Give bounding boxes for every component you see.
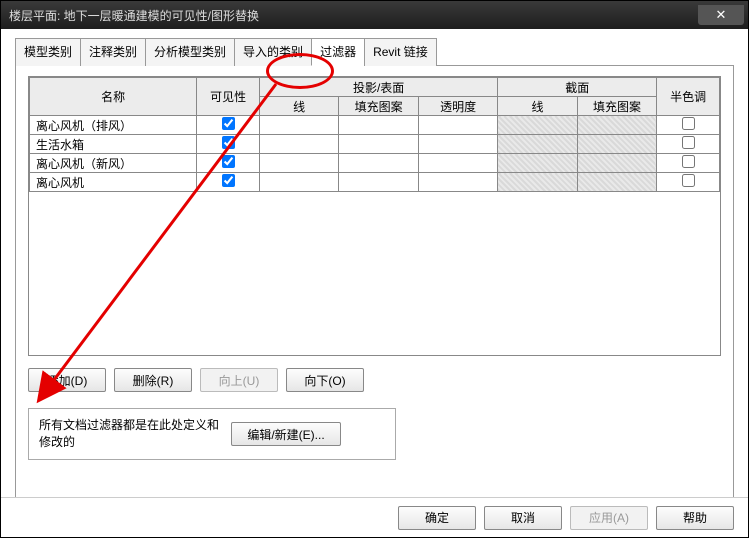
cell-proj-pattern[interactable] bbox=[339, 154, 418, 173]
tab-label: 导入的类别 bbox=[243, 45, 303, 59]
col-visibility: 可见性 bbox=[197, 78, 260, 116]
cell-proj-line[interactable] bbox=[259, 135, 338, 154]
content-area: 模型类别 注释类别 分析模型类别 导入的类别 过滤器 Revit 链接 bbox=[1, 29, 748, 508]
halftone-checkbox[interactable] bbox=[682, 155, 695, 168]
note-box: 所有文档过滤器都是在此处定义和修改的 编辑/新建(E)... bbox=[28, 408, 396, 460]
col-cut-line: 线 bbox=[498, 97, 577, 116]
cell-proj-transparency[interactable] bbox=[418, 154, 497, 173]
tab-strip: 模型类别 注释类别 分析模型类别 导入的类别 过滤器 Revit 链接 bbox=[15, 37, 734, 66]
cell-halftone[interactable] bbox=[657, 116, 720, 135]
close-button[interactable]: ✕ bbox=[698, 5, 744, 25]
cell-name: 离心风机（新风） bbox=[30, 154, 197, 173]
visibility-checkbox[interactable] bbox=[222, 155, 235, 168]
add-button[interactable]: 添加(D) bbox=[28, 368, 106, 392]
cell-cut-pattern[interactable] bbox=[577, 173, 656, 192]
cell-proj-transparency[interactable] bbox=[418, 116, 497, 135]
table-row[interactable]: 生活水箱 bbox=[30, 135, 720, 154]
row-buttons: 添加(D) 删除(R) 向上(U) 向下(O) bbox=[28, 368, 721, 392]
cell-visibility[interactable] bbox=[197, 135, 260, 154]
col-proj-pattern: 填充图案 bbox=[339, 97, 418, 116]
table-row[interactable]: 离心风机（新风） bbox=[30, 154, 720, 173]
cell-name: 生活水箱 bbox=[30, 135, 197, 154]
cell-halftone[interactable] bbox=[657, 135, 720, 154]
cell-visibility[interactable] bbox=[197, 173, 260, 192]
tab-label: 分析模型类别 bbox=[154, 45, 226, 59]
cell-proj-transparency[interactable] bbox=[418, 173, 497, 192]
filter-grid[interactable]: 名称 可见性 投影/表面 截面 半色调 线 填充图案 透明度 线 填充图案 bbox=[28, 76, 721, 356]
cancel-button[interactable]: 取消 bbox=[484, 506, 562, 530]
cell-name: 离心风机（排风） bbox=[30, 116, 197, 135]
colgroup-projection: 投影/表面 bbox=[259, 78, 497, 97]
close-icon: ✕ bbox=[716, 7, 727, 23]
halftone-checkbox[interactable] bbox=[682, 174, 695, 187]
cell-cut-line[interactable] bbox=[498, 116, 577, 135]
cell-cut-line[interactable] bbox=[498, 173, 577, 192]
col-halftone: 半色调 bbox=[657, 78, 720, 116]
note-text: 所有文档过滤器都是在此处定义和修改的 bbox=[39, 417, 219, 451]
col-cut-pattern: 填充图案 bbox=[577, 97, 656, 116]
edit-new-button[interactable]: 编辑/新建(E)... bbox=[231, 422, 341, 446]
cell-cut-line[interactable] bbox=[498, 154, 577, 173]
tab-model-categories[interactable]: 模型类别 bbox=[15, 38, 81, 66]
cell-visibility[interactable] bbox=[197, 154, 260, 173]
colgroup-cut: 截面 bbox=[498, 78, 657, 97]
cell-cut-pattern[interactable] bbox=[577, 135, 656, 154]
table-row[interactable]: 离心风机 bbox=[30, 173, 720, 192]
visibility-checkbox[interactable] bbox=[222, 174, 235, 187]
cell-proj-line[interactable] bbox=[259, 173, 338, 192]
cell-cut-line[interactable] bbox=[498, 135, 577, 154]
cell-halftone[interactable] bbox=[657, 154, 720, 173]
col-proj-line: 线 bbox=[259, 97, 338, 116]
cell-halftone[interactable] bbox=[657, 173, 720, 192]
move-down-button[interactable]: 向下(O) bbox=[286, 368, 364, 392]
help-button[interactable]: 帮助 bbox=[656, 506, 734, 530]
tab-imported-categories[interactable]: 导入的类别 bbox=[234, 38, 312, 66]
titlebar: 楼层平面: 地下一层暖通建模的可见性/图形替换 ✕ bbox=[1, 1, 748, 29]
tab-revit-links[interactable]: Revit 链接 bbox=[364, 38, 437, 66]
cell-name: 离心风机 bbox=[30, 173, 197, 192]
table-row[interactable]: 离心风机（排风） bbox=[30, 116, 720, 135]
cell-proj-line[interactable] bbox=[259, 154, 338, 173]
tab-label: Revit 链接 bbox=[373, 45, 428, 59]
cell-cut-pattern[interactable] bbox=[577, 116, 656, 135]
remove-button[interactable]: 删除(R) bbox=[114, 368, 192, 392]
move-up-button[interactable]: 向上(U) bbox=[200, 368, 278, 392]
cell-proj-transparency[interactable] bbox=[418, 135, 497, 154]
tab-label: 注释类别 bbox=[89, 45, 137, 59]
tab-label: 模型类别 bbox=[24, 45, 72, 59]
cell-proj-pattern[interactable] bbox=[339, 135, 418, 154]
tab-filters[interactable]: 过滤器 bbox=[311, 38, 365, 66]
cell-proj-pattern[interactable] bbox=[339, 173, 418, 192]
ok-button[interactable]: 确定 bbox=[398, 506, 476, 530]
apply-button[interactable]: 应用(A) bbox=[570, 506, 648, 530]
visibility-checkbox[interactable] bbox=[222, 117, 235, 130]
tab-label: 过滤器 bbox=[320, 45, 356, 59]
cell-proj-pattern[interactable] bbox=[339, 116, 418, 135]
tab-analytical-categories[interactable]: 分析模型类别 bbox=[145, 38, 235, 66]
col-proj-transparency: 透明度 bbox=[418, 97, 497, 116]
visibility-checkbox[interactable] bbox=[222, 136, 235, 149]
halftone-checkbox[interactable] bbox=[682, 117, 695, 130]
tab-body: 名称 可见性 投影/表面 截面 半色调 线 填充图案 透明度 线 填充图案 bbox=[15, 66, 734, 498]
cell-proj-line[interactable] bbox=[259, 116, 338, 135]
cell-visibility[interactable] bbox=[197, 116, 260, 135]
col-name: 名称 bbox=[30, 78, 197, 116]
tab-annotation-categories[interactable]: 注释类别 bbox=[80, 38, 146, 66]
dialog-window: 楼层平面: 地下一层暖通建模的可见性/图形替换 ✕ 模型类别 注释类别 分析模型… bbox=[0, 0, 749, 538]
cell-cut-pattern[interactable] bbox=[577, 154, 656, 173]
dialog-footer: 确定 取消 应用(A) 帮助 bbox=[1, 497, 748, 537]
halftone-checkbox[interactable] bbox=[682, 136, 695, 149]
window-title: 楼层平面: 地下一层暖通建模的可见性/图形替换 bbox=[9, 7, 259, 24]
